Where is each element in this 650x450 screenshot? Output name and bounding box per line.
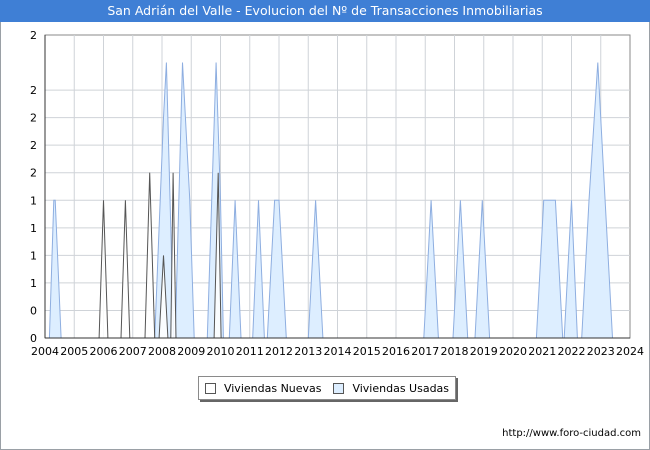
x-tick-label: 2014	[324, 345, 352, 358]
x-tick-label: 2007	[119, 345, 147, 358]
x-tick-label: 2011	[236, 345, 264, 358]
x-tick-label: 2019	[470, 345, 498, 358]
y-tick-label: 2	[30, 112, 37, 125]
y-tick-label: 2	[30, 84, 37, 97]
x-tick-label: 2017	[411, 345, 439, 358]
x-tick-label: 2010	[207, 345, 235, 358]
source-url[interactable]: http://www.foro-ciudad.com	[502, 428, 641, 439]
y-tick-label: 1	[30, 222, 37, 235]
legend-swatch-nuevas	[204, 382, 216, 394]
x-tick-label: 2023	[587, 345, 615, 358]
x-tick-label: 2021	[528, 345, 556, 358]
x-tick-label: 2009	[177, 345, 205, 358]
x-tick-label: 2004	[31, 345, 59, 358]
x-tick-label: 2020	[499, 345, 527, 358]
x-tick-labels: 2004 2005 2006 2007 2008 2009 2010 2011 2012 2013…	[31, 345, 644, 358]
x-tick-label: 2006	[90, 345, 118, 358]
x-tick-label: 2016	[382, 345, 410, 358]
y-tick-label: 1	[30, 194, 37, 207]
x-tick-label: 2005	[60, 345, 88, 358]
x-tick-label: 2022	[558, 345, 586, 358]
x-tick-label: 2008	[148, 345, 176, 358]
legend: Viviendas Nuevas Viviendas Usadas	[198, 376, 456, 400]
x-tick-label: 2018	[441, 345, 469, 358]
y-tick-label: 0	[30, 304, 37, 317]
legend-label-nuevas: Viviendas Nuevas	[223, 381, 322, 395]
y-tick-label: 0	[30, 332, 37, 345]
x-tick-label: 2013	[294, 345, 322, 358]
y-tick-labels: 0 0 1 1 1 1 2 2 2 2 2	[30, 29, 37, 345]
legend-swatch-usadas	[333, 382, 345, 394]
y-tick-label: 2	[30, 139, 37, 152]
x-tick-label: 2012	[265, 345, 293, 358]
y-tick-label: 1	[30, 249, 37, 262]
legend-item-viviendas-nuevas[interactable]: Viviendas Nuevas	[204, 381, 322, 395]
x-tick-label: 2015	[353, 345, 381, 358]
legend-item-viviendas-usadas[interactable]: Viviendas Usadas	[333, 382, 449, 395]
legend-label-usadas: Viviendas Usadas	[352, 381, 450, 395]
y-tick-label: 1	[30, 277, 37, 290]
y-tick-label: 2	[30, 167, 37, 180]
y-tick-label: 2	[30, 29, 37, 42]
x-tick-label: 2024	[616, 345, 644, 358]
